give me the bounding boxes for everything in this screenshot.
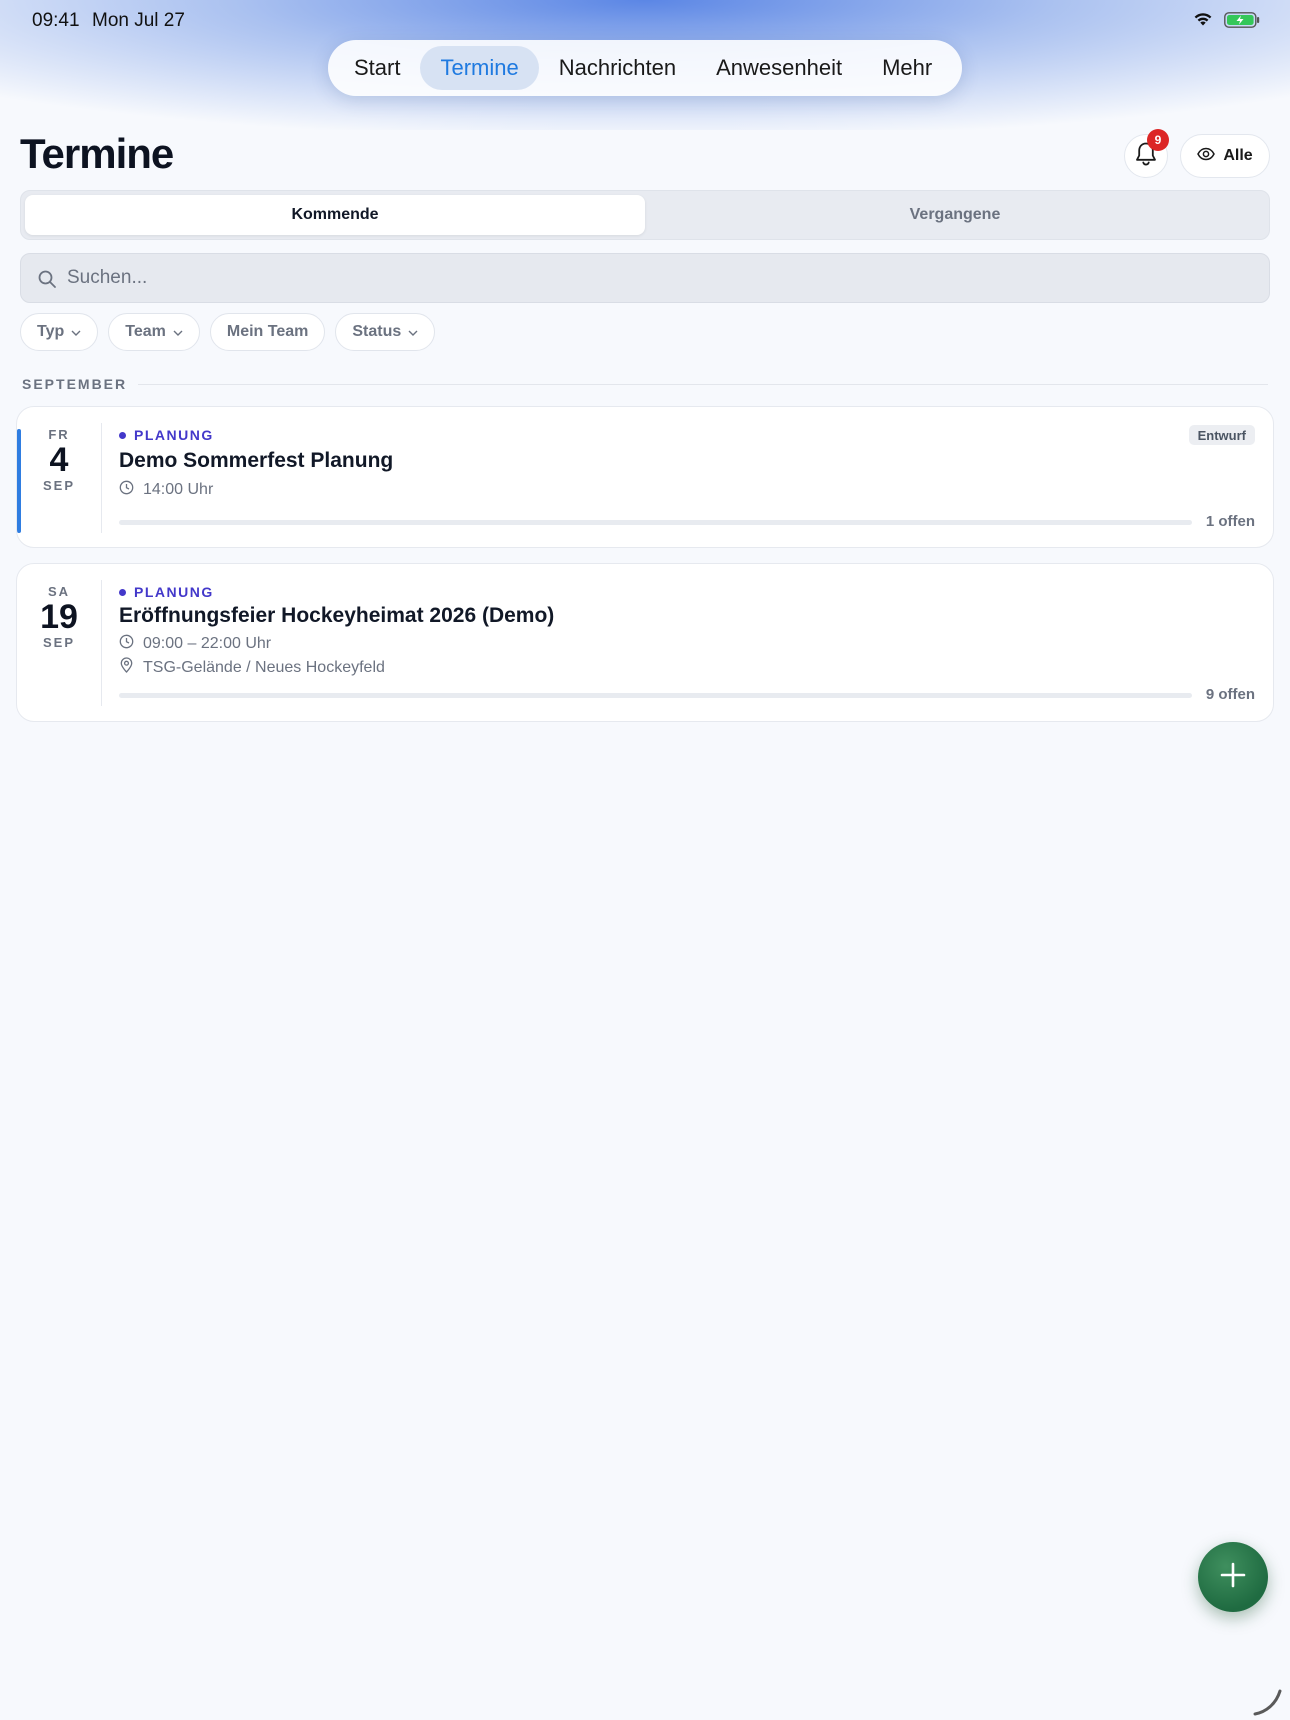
location-pin-icon (119, 657, 134, 678)
search-input[interactable] (67, 254, 1247, 302)
main-tab-bar: Start Termine Nachrichten Anwesenheit Me… (328, 40, 962, 96)
event-date: FR 4 SEP (17, 427, 101, 493)
event-title: Eröffnungsfeier Hockeyheimat 2026 (Demo) (119, 604, 555, 627)
event-card[interactable]: FR 4 SEP PLANUNG Demo Sommerfest Planung… (16, 406, 1274, 548)
event-category-label: PLANUNG (134, 427, 214, 443)
chevron-down-icon (173, 323, 183, 341)
visibility-filter-button[interactable]: Alle (1180, 134, 1270, 178)
chevron-down-icon (71, 323, 81, 341)
filter-typ-label: Typ (37, 323, 65, 340)
event-category: PLANUNG (119, 427, 214, 443)
event-open-count: 9 offen (1205, 686, 1255, 703)
add-event-button[interactable] (1198, 1542, 1268, 1612)
clock-icon (119, 634, 134, 654)
filter-team[interactable]: Team (108, 313, 200, 351)
event-time: 09:00 – 22:00 Uhr (119, 634, 271, 654)
filter-chips: Typ Team Mein Team Status (20, 313, 436, 351)
time-segmented-control: Kommende Vergangene (20, 190, 1270, 240)
event-divider (101, 423, 102, 533)
segment-vergangene[interactable]: Vergangene (645, 195, 1265, 235)
battery-icon (1224, 12, 1260, 34)
status-bar: 09:41 Mon Jul 27 (0, 0, 1290, 40)
notification-count-badge: 9 (1147, 129, 1169, 151)
plus-icon (1219, 1561, 1247, 1594)
resize-handle-icon[interactable] (1252, 1688, 1282, 1720)
event-divider (101, 580, 102, 706)
chevron-down-icon (408, 323, 418, 341)
event-open-count: 1 offen (1205, 513, 1255, 530)
event-category: PLANUNG (119, 584, 214, 600)
event-weekday: SA (47, 584, 71, 599)
event-card[interactable]: SA 19 SEP PLANUNG Eröffnungsfeier Hockey… (16, 563, 1274, 722)
tab-start[interactable]: Start (334, 46, 420, 90)
event-weekday: FR (48, 427, 70, 442)
event-time-label: 09:00 – 22:00 Uhr (143, 635, 272, 652)
month-section-header: SEPTEMBER (22, 376, 128, 392)
status-date: Mon Jul 27 (92, 10, 185, 31)
event-month: SEP (42, 478, 75, 493)
eye-icon (1197, 147, 1216, 166)
filter-mein-team-label: Mein Team (226, 323, 309, 340)
event-time: 14:00 Uhr (119, 480, 213, 500)
category-dot-icon (119, 588, 126, 596)
notifications-button[interactable]: 9 (1124, 129, 1169, 178)
filter-team-label: Team (125, 323, 166, 340)
filter-status[interactable]: Status (335, 313, 436, 351)
segment-kommende[interactable]: Kommende (25, 195, 645, 235)
event-progress (119, 693, 1192, 698)
tab-anwesenheit[interactable]: Anwesenheit (696, 46, 862, 90)
filter-typ[interactable]: Typ (20, 313, 99, 351)
tab-termine[interactable]: Termine (420, 46, 539, 90)
page-title: Termine (20, 130, 174, 177)
event-progress (119, 520, 1192, 525)
event-date: SA 19 SEP (17, 584, 101, 650)
category-dot-icon (119, 431, 126, 439)
event-location: TSG-Gelände / Neues Hockeyfeld (119, 657, 385, 678)
search-bar (20, 253, 1270, 303)
wifi-icon (1192, 11, 1214, 33)
event-day: 4 (49, 441, 69, 479)
event-time-label: 14:00 Uhr (143, 481, 214, 498)
status-time: 09:41 (32, 10, 80, 31)
filter-status-label: Status (352, 323, 402, 340)
event-month: SEP (42, 635, 75, 650)
event-location-label: TSG-Gelände / Neues Hockeyfeld (143, 658, 385, 676)
visibility-filter-label: Alle (1223, 147, 1253, 164)
event-category-label: PLANUNG (134, 584, 214, 600)
search-icon (37, 269, 57, 294)
event-title: Demo Sommerfest Planung (119, 449, 394, 472)
tab-mehr[interactable]: Mehr (862, 46, 952, 90)
clock-icon (119, 480, 134, 500)
filter-mein-team[interactable]: Mein Team (209, 313, 326, 351)
status-badge: Entwurf (1188, 425, 1255, 445)
tab-nachrichten[interactable]: Nachrichten (539, 46, 696, 90)
event-day: 19 (40, 598, 78, 636)
section-divider (138, 384, 1268, 385)
